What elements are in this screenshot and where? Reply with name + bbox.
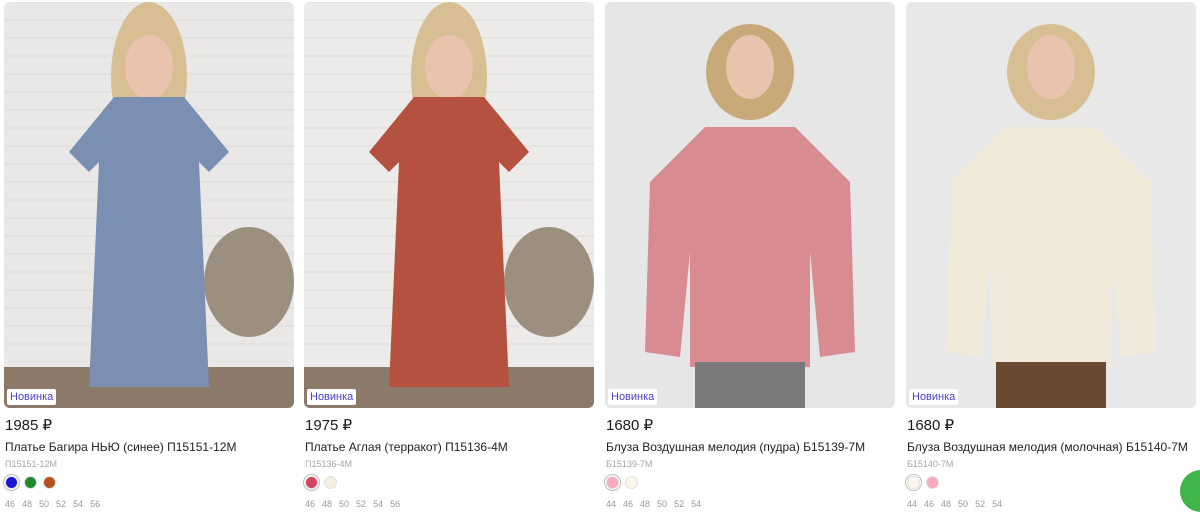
size-list: 44 46 48 50 52 54 [907,499,1002,509]
product-grid: Новинка 1985 ₽ Платье Багира НЬЮ (синее) П… [0,0,1200,514]
new-badge: Новинка [909,389,959,405]
product-article: Б15140-7М [907,459,954,469]
size-option[interactable]: 46 [305,499,315,509]
product-article: П15136-4М [305,459,352,469]
size-option[interactable]: 52 [674,499,684,509]
size-option[interactable]: 46 [5,499,15,509]
size-option[interactable]: 54 [373,499,383,509]
product-title[interactable]: Блуза Воздушная мелодия (пудра) Б15139-7… [606,440,865,454]
size-option[interactable]: 48 [640,499,650,509]
product-price: 1680 ₽ [907,417,955,434]
color-swatch[interactable] [926,476,939,489]
color-swatch[interactable] [604,474,621,491]
new-badge: Новинка [608,389,658,405]
product-card[interactable]: Новинка 1680 ₽ Блуза Воздушная мелодия (пу… [604,0,897,514]
blouse-icon [946,127,1156,367]
size-option[interactable]: 56 [90,499,100,509]
size-option[interactable]: 52 [975,499,985,509]
color-swatches [604,474,638,491]
color-swatches [303,474,337,491]
color-swatches [3,474,56,491]
blouse-icon [645,127,855,367]
size-option[interactable]: 48 [941,499,951,509]
color-swatch[interactable] [43,476,56,489]
size-option[interactable]: 48 [322,499,332,509]
product-image[interactable]: Новинка [605,2,895,408]
product-price: 1680 ₽ [606,417,654,434]
color-swatches [905,474,939,491]
new-badge: Новинка [7,389,57,405]
product-article: П15151-12М [5,459,58,469]
size-list: 46 48 50 52 54 56 [305,499,400,509]
size-option[interactable]: 50 [39,499,49,509]
size-list: 44 46 48 50 52 54 [606,499,701,509]
color-swatch[interactable] [625,476,638,489]
color-swatch[interactable] [905,474,922,491]
size-option[interactable]: 54 [691,499,701,509]
product-image[interactable]: Новинка [304,2,594,408]
product-price: 1975 ₽ [305,417,353,434]
product-article: Б15139-7М [606,459,653,469]
size-option[interactable]: 44 [606,499,616,509]
size-option[interactable]: 48 [22,499,32,509]
size-option[interactable]: 54 [73,499,83,509]
size-option[interactable]: 50 [958,499,968,509]
product-image[interactable]: Новинка [906,2,1196,408]
product-title[interactable]: Платье Аглая (терракот) П15136-4М [305,440,508,454]
size-option[interactable]: 54 [992,499,1002,509]
product-image[interactable]: Новинка [4,2,294,408]
color-swatch[interactable] [3,474,20,491]
size-list: 46 48 50 52 54 56 [5,499,100,509]
color-swatch[interactable] [24,476,37,489]
product-card[interactable]: Новинка 1985 ₽ Платье Багира НЬЮ (синее) П… [3,0,296,514]
product-price: 1985 ₽ [5,417,53,434]
size-option[interactable]: 44 [907,499,917,509]
product-card[interactable]: Новинка 1680 ₽ Блуза Воздушная мелодия (мо… [905,0,1198,514]
size-option[interactable]: 46 [924,499,934,509]
color-swatch[interactable] [324,476,337,489]
size-option[interactable]: 52 [56,499,66,509]
size-option[interactable]: 50 [657,499,667,509]
size-option[interactable]: 50 [339,499,349,509]
product-title[interactable]: Блуза Воздушная мелодия (молочная) Б1514… [907,440,1188,454]
product-title[interactable]: Платье Багира НЬЮ (синее) П15151-12М [5,440,236,454]
size-option[interactable]: 52 [356,499,366,509]
size-option[interactable]: 56 [390,499,400,509]
product-card[interactable]: Новинка 1975 ₽ Платье Аглая (терракот) П15… [303,0,596,514]
new-badge: Новинка [307,389,357,405]
color-swatch[interactable] [303,474,320,491]
size-option[interactable]: 46 [623,499,633,509]
